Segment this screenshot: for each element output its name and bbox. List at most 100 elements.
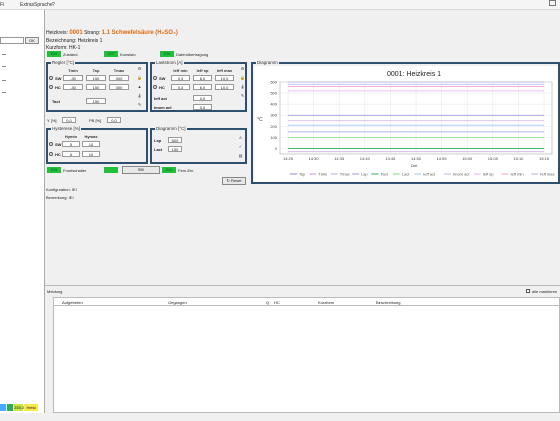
legend-label: Tact [380,172,388,177]
mark-all-checkbox[interactable] [526,289,530,293]
hysterese-sw-min[interactable]: 5 [62,141,80,147]
x-tick-label: 15:10 [513,156,524,161]
message-table-header [53,297,560,306]
maximize-button[interactable] [549,0,556,6]
regler-hc-tsp[interactable]: 150 [86,84,106,90]
tree-item[interactable] [2,80,6,81]
laststrom-title: Laststrom [A] [155,60,184,65]
regler-sw-tmax[interactable]: 300 [109,75,129,81]
lsp-value[interactable]: 600 [168,137,182,143]
regler-hc-radio[interactable] [49,85,53,89]
line-chart: 0001: Heizkreis 1 600500400300200100014:… [254,66,558,182]
col-beschreibung[interactable]: Beschreibung [376,300,400,305]
laststrom-sw-sp[interactable]: 6,0 [193,75,212,81]
mark-all-label: alle markieren [532,289,558,294]
col-q[interactable]: Q [266,300,269,305]
laststrom-sw-min[interactable]: 0,3 [171,75,190,81]
regler-col-tmin: Tmin [68,68,78,73]
status-indicator-blue [0,404,6,411]
edit-icon[interactable]: ✎ [137,103,142,107]
status-indicator-yellow: Heist [24,404,38,411]
menu-sprache[interactable]: Sprache [34,2,53,8]
laststrom-hc-sp[interactable]: 6,0 [193,84,212,90]
laststrom-sw-radio[interactable] [153,76,157,80]
lock-icon[interactable]: 🔒 [240,76,245,80]
reset-button[interactable]: ↻ Reset [222,177,246,185]
col-aufgetreten[interactable]: Aufgetreten [62,300,83,305]
zustand-badge: EIN [47,51,61,57]
sbi-button[interactable]: SB! [122,166,160,174]
laststrom-hc-radio[interactable] [153,85,157,89]
warning-icon[interactable]: ⚠ [238,136,243,140]
x-tick-label: 14:35 [334,156,345,161]
hysterese-sw-radio[interactable] [49,142,53,146]
lock-icon[interactable]: 🔒 [137,76,142,80]
settings-icon[interactable]: ⚙ [240,67,245,71]
tree-item[interactable] [2,66,6,67]
hysterese-hc-min[interactable]: 5 [62,151,80,157]
chart-icon[interactable]: ▲ [137,85,142,89]
ok-button[interactable]: OK [25,37,39,44]
regler-sw-tsp[interactable]: 150 [86,75,106,81]
diagramm-small-title: Diagramm [°C] [155,126,187,131]
tree-item[interactable] [2,54,6,55]
legend-label: Ieff max [540,172,554,177]
menu-help[interactable]: ? [52,2,55,8]
message-table-body[interactable] [53,306,560,413]
legend-label: Tsp [299,172,306,177]
settings-icon[interactable]: ⚙ [137,67,142,71]
thermometer-icon[interactable]: 🌡 [137,94,142,98]
tree-filter-input[interactable] [0,37,24,44]
y-value: 0,0 [62,117,76,123]
x-tick-label: 15:00 [462,156,473,161]
regler-sw-radio[interactable] [49,76,53,80]
col-kurzform[interactable]: Kurzform [318,300,334,305]
regler-hc-tmin[interactable]: -30 [63,84,83,90]
x-tick-label: 15:05 [488,156,499,161]
status-indicator-lime: ZEILEN [14,404,29,411]
divider [45,285,560,286]
hysterese-hc-radio[interactable] [49,152,53,156]
hysterese-sw-label: SW [55,142,62,147]
laststrom-hc-min[interactable]: 0,3 [171,84,190,90]
hysterese-col-min: Hymin [64,134,78,139]
y-tick-label: 400 [270,102,277,107]
regler-sw-tmin[interactable]: -30 [63,75,83,81]
check-icon[interactable]: ✓ [238,145,243,149]
laststrom-col-sp: Ieff sp [196,68,209,73]
ieff-act-label: Ieff act [154,96,167,101]
hysterese-sw-max[interactable]: 10 [82,141,100,147]
edit-icon[interactable]: ✎ [240,94,245,98]
lact-value: 150 [168,146,182,152]
y-tick-label: 300 [270,113,277,118]
menu-prefix[interactable]: Fi [0,2,4,8]
regler-hc-tmax[interactable]: 300 [109,84,129,90]
heizkreis-line: Heizkreis: 0001 Strang: 1.1 Schwefelsäur… [46,30,178,36]
thermometer-icon[interactable]: 🌡 [240,85,245,89]
laststrom-hc-max[interactable]: 10,0 [215,84,234,90]
regler-title: Regler [°C] [51,60,76,65]
tact-value: 150 [86,98,106,104]
heizkreis-label: Heizkreis: [46,30,68,36]
ieff-act-value: 0,0 [193,95,212,101]
konfiguration-text: Konfiguration: IEI [46,187,77,192]
legend-label: Ieff act [423,172,436,177]
col-gegangen[interactable]: Gegangen [168,300,187,305]
meldung-title: Meldung [47,289,63,294]
frontschalter-label: Frontschalter [63,168,87,173]
diagramm-small-group: Diagramm [°C] [150,126,247,164]
col-hc[interactable]: HC [274,300,280,305]
hysterese-hc-label: HC [55,152,61,157]
legend-label: Lsp [361,172,368,177]
hysterese-hc-max[interactable]: 10 [82,151,100,157]
laststrom-sw-max[interactable]: 10,0 [215,75,234,81]
refresh-icon: ↻ [226,178,230,183]
document-icon[interactable]: ▤ [238,154,243,158]
bemerkung-text: Bemerkung: IEI [46,195,74,200]
y-label: Y [%] [47,118,57,123]
legend-label: Imom act [453,172,470,177]
menu-extras[interactable]: Extras [20,2,34,8]
laststrom-sw-label: SW [159,76,166,81]
strang-value: 1.1 Schwefelsäure (H₂SO₄) [101,30,178,36]
tree-item[interactable] [2,92,6,93]
